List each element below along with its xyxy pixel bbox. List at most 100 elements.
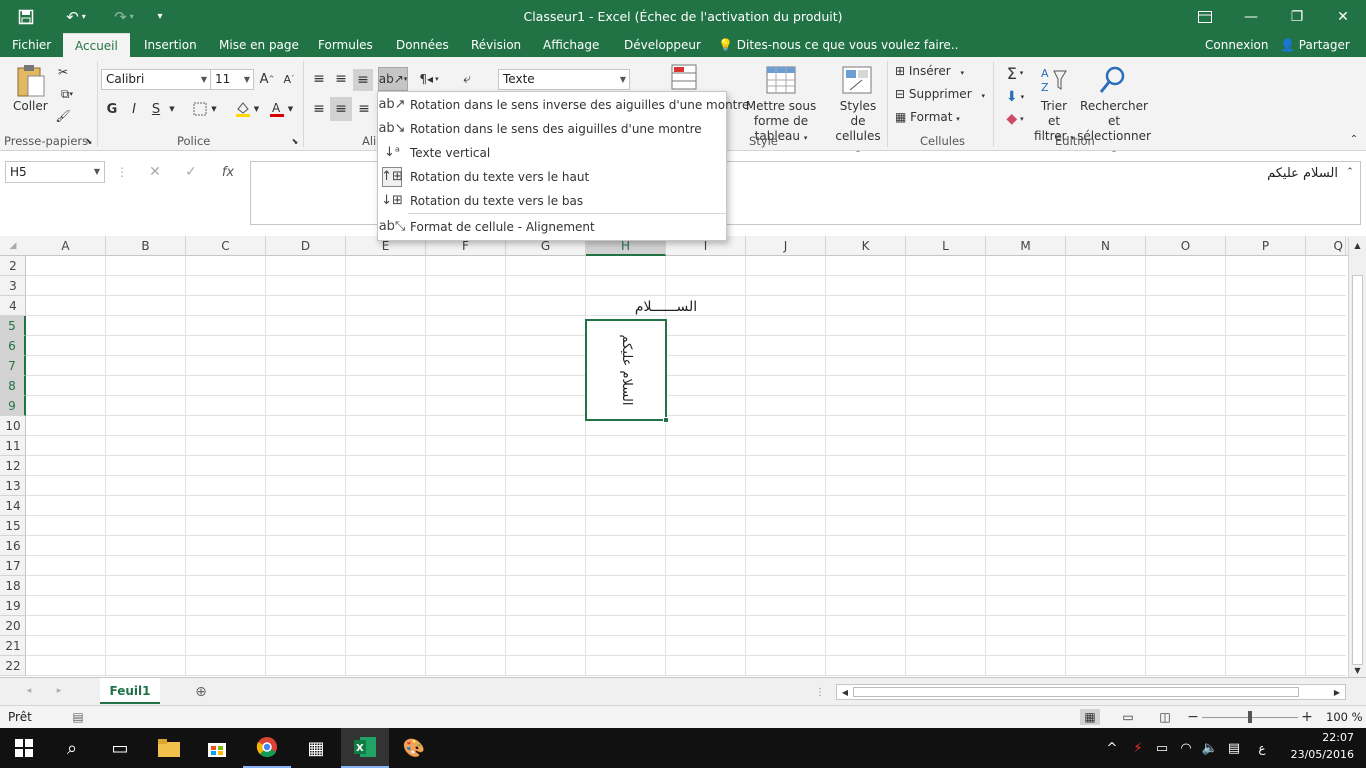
column-header[interactable]: O [1146,236,1226,256]
collapse-ribbon-icon[interactable]: ⌃ [1348,133,1360,145]
volume-icon[interactable]: 🔈 [1198,728,1222,768]
tab-mise-en-page[interactable]: Mise en page [219,33,299,57]
column-header[interactable]: C [186,236,266,256]
row-header[interactable]: 11 [0,436,26,456]
column-header[interactable]: M [986,236,1066,256]
enter-icon[interactable]: ✓ [180,162,202,182]
grow-font-icon[interactable]: A ^ [258,69,276,89]
menu-item-format-alignment[interactable]: ab⤡ Format de cellule - Alignement [378,215,726,239]
wifi-icon[interactable]: ◠ [1174,728,1198,768]
clock-time[interactable]: 22:07 [1284,731,1354,744]
find-select-icon[interactable] [1096,63,1130,97]
paste-button[interactable]: Coller [13,99,48,113]
align-top-icon[interactable]: ≡ [310,69,328,89]
align-middle-icon[interactable]: ≡ [332,69,350,89]
scroll-right-icon[interactable]: ▶ [1331,686,1343,698]
row-header[interactable]: 14 [0,496,26,516]
sort-filter-icon[interactable]: AZ [1038,63,1070,97]
cut-icon[interactable]: ✂ [54,63,72,81]
pdf-tray-icon[interactable]: ⚡ [1126,728,1150,768]
number-format-box[interactable]: Texte ▼ [498,69,630,90]
row-header-selected[interactable]: 7 [0,356,26,376]
column-header[interactable]: N [1066,236,1146,256]
tab-accueil[interactable]: Accueil [63,33,130,57]
row-header-selected[interactable]: 9 [0,396,26,416]
clear-icon[interactable]: ◆ ▾ [1000,109,1030,129]
ribbon-display-icon[interactable] [1182,0,1228,33]
row-header-selected[interactable]: 8 [0,376,26,396]
dialog-launcher-icon[interactable]: ⬊ [84,136,94,146]
name-box[interactable]: H5 ▼ [5,161,105,183]
clock-date[interactable]: 23/05/2016 [1284,748,1354,761]
row-header-selected[interactable]: 6 [0,336,26,356]
italic-button[interactable]: I [126,99,142,119]
page-layout-view-icon[interactable]: ▭ [1118,709,1138,725]
paint-icon[interactable]: 🎨 [390,728,438,768]
drag-handle-icon[interactable]: ⋮ [116,164,128,180]
scroll-right-icon[interactable]: ▸ [52,683,66,699]
dialog-launcher-icon[interactable]: ⬊ [290,136,300,146]
file-explorer-icon[interactable] [145,728,193,768]
align-left-icon[interactable]: ≡ [310,99,328,119]
tab-fichier[interactable]: Fichier [12,33,51,57]
minimize-icon[interactable]: — [1228,0,1274,33]
format-painter-icon[interactable]: 🖌 [54,107,72,125]
tab-affichage[interactable]: Affichage [543,33,599,57]
fill-icon[interactable]: ⬇ ▾ [1000,87,1030,107]
page-break-view-icon[interactable]: ◫ [1155,709,1175,725]
format-cells-button[interactable]: ▦ Format ▾ [895,110,960,124]
fill-color-icon[interactable]: ▼ [232,99,262,119]
row-header[interactable]: 21 [0,636,26,656]
vertical-scrollbar[interactable]: ▲ ▼ [1348,237,1366,677]
tab-donnees[interactable]: Données [396,33,449,57]
add-sheet-icon[interactable]: ⊕ [192,683,210,701]
tab-developpeur[interactable]: Développeur [624,33,701,57]
column-header[interactable]: J [746,236,826,256]
column-header[interactable]: K [826,236,906,256]
borders-icon[interactable]: ▼ [190,99,220,119]
row-header[interactable]: 2 [0,256,26,276]
rtl-icon[interactable]: ¶◂ ▾ [414,69,444,89]
bold-button[interactable]: G [104,99,120,119]
row-header[interactable]: 15 [0,516,26,536]
column-header[interactable]: L [906,236,986,256]
row-header[interactable]: 4 [0,296,26,316]
font-color-icon[interactable]: A ▼ [266,99,296,119]
restore-icon[interactable]: ❐ [1274,0,1320,33]
tell-me-box[interactable]: 💡 Dites-nous ce que vous voulez faire.. [718,33,958,57]
scroll-thumb[interactable] [853,687,1299,697]
chrome-icon[interactable] [243,728,291,768]
menu-item-vertical-text[interactable]: ↓ᵃ Texte vertical [378,141,726,165]
windows-start-icon[interactable] [0,728,48,768]
shrink-font-icon[interactable]: Aˇ [280,69,298,89]
insert-cells-button[interactable]: ⊞ Insérer ▾ [895,64,964,78]
macro-record-icon[interactable]: ▤ [70,709,86,725]
cancel-icon[interactable]: ✕ [144,162,166,182]
row-header[interactable]: 18 [0,576,26,596]
insert-function-icon[interactable]: fx [216,162,240,182]
scroll-down-icon[interactable]: ▼ [1350,663,1365,677]
row-header[interactable]: 16 [0,536,26,556]
sheet-tab-feuil1[interactable]: Feuil1 [100,678,160,704]
row-header[interactable]: 12 [0,456,26,476]
scroll-thumb[interactable] [1352,275,1363,665]
column-header[interactable]: B [106,236,186,256]
zoom-level[interactable]: 100 % [1326,710,1363,724]
collapse-formula-bar-icon[interactable]: ⌃ [1344,166,1356,178]
notifications-icon[interactable]: ▤ [1222,728,1246,768]
delete-cells-button[interactable]: ⊟ Supprimer ▾ [895,87,985,101]
cell-styles-icon[interactable] [840,63,874,97]
align-right-icon[interactable]: ≡ [355,99,373,119]
excel-icon[interactable]: X [341,728,389,768]
task-view-icon[interactable]: ▭ [96,728,144,768]
row-header[interactable]: 10 [0,416,26,436]
font-size-box[interactable]: 11 ▼ [210,69,254,90]
show-hidden-icons-icon[interactable]: ^ [1100,728,1124,768]
calculator-icon[interactable]: ▦ [292,728,340,768]
normal-view-icon[interactable]: ▦ [1080,709,1100,725]
row-header[interactable]: 19 [0,596,26,616]
row-header[interactable]: 17 [0,556,26,576]
row-header[interactable]: 20 [0,616,26,636]
tab-revision[interactable]: Révision [471,33,521,57]
tab-insertion[interactable]: Insertion [144,33,197,57]
